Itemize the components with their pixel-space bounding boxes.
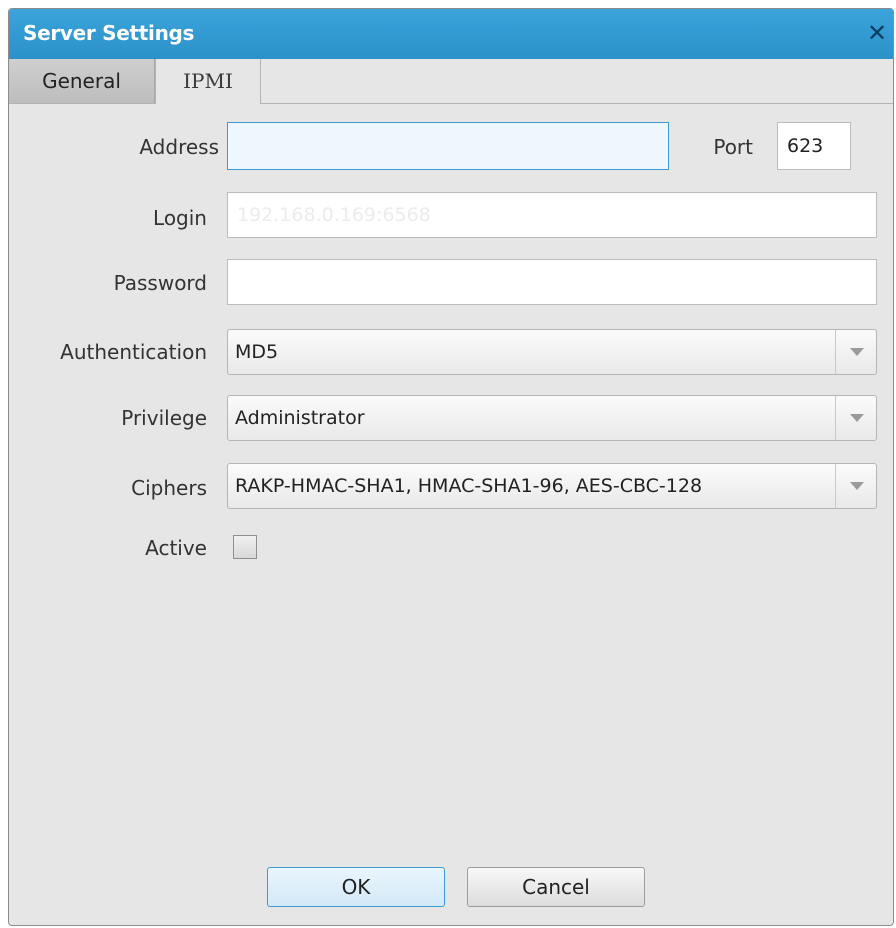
authentication-value: MD5 [235,341,279,363]
ok-button[interactable]: OK [267,867,445,907]
port-input[interactable] [777,122,851,170]
password-input[interactable] [227,259,877,305]
chevron-down-icon [850,348,864,356]
ciphers-label: Ciphers [131,476,207,500]
chevron-down-icon [850,414,864,422]
dialog-title: Server Settings [23,21,195,45]
close-icon[interactable]: ✕ [865,19,889,47]
tab-bar: General IPMI [9,59,893,104]
port-label: Port [713,135,753,159]
server-settings-dialog: Server Settings ✕ General IPMI Address P… [8,8,894,926]
ciphers-value: RAKP-HMAC-SHA1, HMAC-SHA1-96, AES-CBC-12… [235,475,703,497]
authentication-select[interactable]: MD5 [227,329,877,375]
title-bar: Server Settings ✕ [9,9,893,59]
address-input[interactable] [227,122,669,170]
password-label: Password [113,271,207,295]
privilege-select[interactable]: Administrator [227,395,877,441]
privilege-value: Administrator [235,407,365,429]
address-label: Address [139,135,219,159]
active-checkbox[interactable] [233,535,257,559]
active-label: Active [145,536,207,560]
tab-general[interactable]: General [9,59,155,103]
chevron-down-icon [850,482,864,490]
login-input[interactable] [227,192,877,238]
login-label: Login [153,206,207,230]
cancel-button[interactable]: Cancel [467,867,645,907]
privilege-label: Privilege [121,406,207,430]
tab-ipmi[interactable]: IPMI [155,59,261,104]
ciphers-select[interactable]: RAKP-HMAC-SHA1, HMAC-SHA1-96, AES-CBC-12… [227,463,877,509]
authentication-label: Authentication [60,340,207,364]
